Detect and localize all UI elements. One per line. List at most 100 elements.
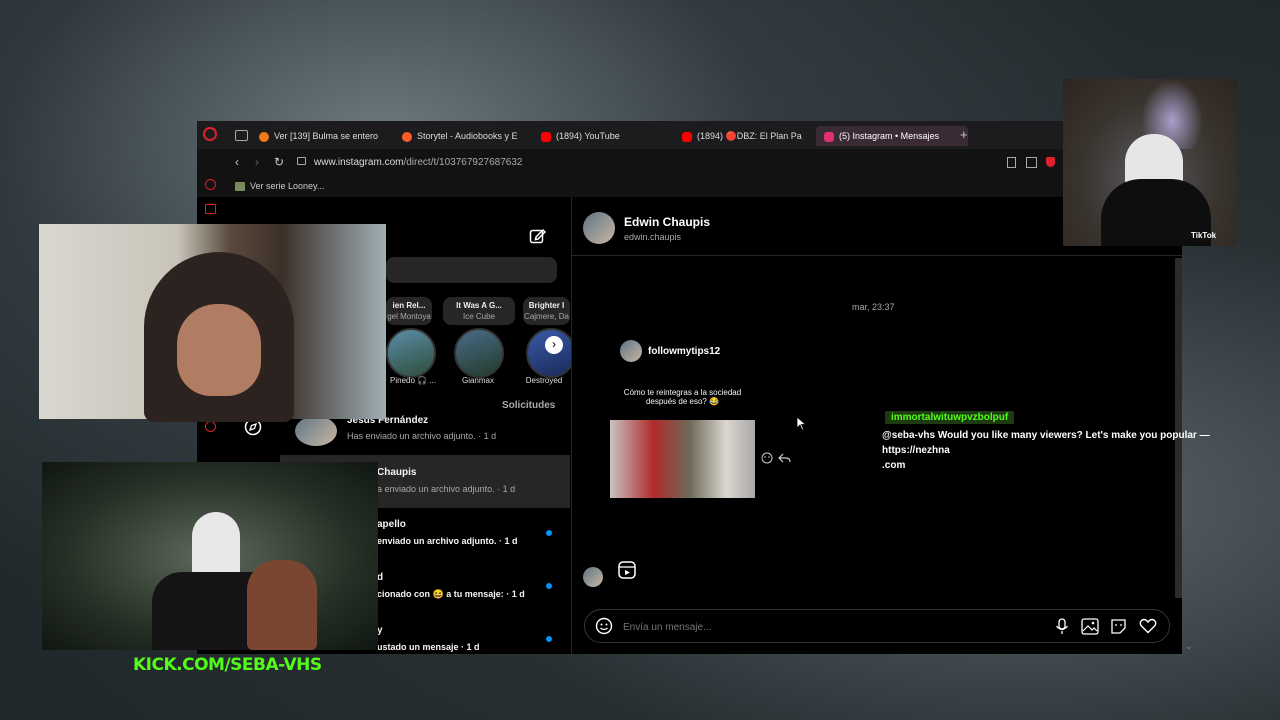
caption-line: después de eso? 😂 (645, 397, 720, 406)
bookmarks-bar: Ver serie Looney... (197, 177, 1064, 197)
image-upload-icon[interactable] (1081, 618, 1099, 635)
conversation-item[interactable]: y ustado un mensaje · 1 d (377, 625, 567, 654)
back-icon[interactable]: ‹ (235, 155, 239, 169)
story-note-chip[interactable]: It Was A G... Ice Cube (443, 297, 515, 325)
kick-channel-label: KICK.COM/SEBA-VHS (133, 655, 322, 675)
tab-switcher-icon[interactable] (235, 130, 248, 141)
forward-icon[interactable]: › (255, 155, 259, 169)
shared-post-thumbnail[interactable] (610, 420, 755, 498)
reply-icon[interactable] (778, 452, 791, 464)
bookmark-folder-icon (235, 182, 245, 191)
scroll-down-icon[interactable]: ⌄ (1185, 641, 1193, 652)
conversation-preview: a enviado un archivo adjunto. · 1 d (377, 484, 516, 494)
contact-avatar[interactable] (583, 212, 615, 244)
unread-dot (546, 530, 552, 536)
emoji-icon[interactable] (595, 617, 613, 635)
chat-line: .com (882, 460, 906, 471)
youtube-icon (541, 131, 551, 142)
tab-2[interactable]: Storytel - Audiobooks y E (402, 126, 526, 146)
tab-label: (1894) 🔴DBZ: El Plan Pa (697, 131, 802, 141)
conversation-preview: Has enviado un archivo adjunto. · 1 d (347, 431, 497, 441)
mouse-cursor-icon (796, 416, 806, 431)
reload-icon[interactable]: ↻ (274, 155, 284, 169)
shared-post-caption: Cómo te reintegras a la sociedad después… (610, 388, 755, 406)
contact-username: edwin.chaupis (624, 232, 682, 242)
chip-title: Brighter I (528, 301, 565, 310)
contact-avatar-small (583, 567, 603, 587)
bookmark-item[interactable]: Ver serie Looney... (250, 181, 324, 191)
search-box[interactable] (386, 257, 557, 283)
survivor-character (247, 560, 317, 650)
unread-dot (546, 583, 552, 589)
chat-line: @seba-vhs Would you like many viewers? L… (882, 430, 1210, 456)
shield-icon[interactable] (1046, 157, 1055, 167)
game-capture-feed (42, 462, 378, 650)
youtube-icon (682, 131, 692, 142)
story-name: Destroyed (525, 376, 563, 385)
conversation-preview: ustado un mensaje · 1 d (377, 642, 480, 652)
conversation-item[interactable]: d cionado con 😆 a tu mensaje: · 1 d (377, 572, 567, 608)
opera-logo-icon[interactable] (203, 127, 217, 141)
heart-icon[interactable] (1139, 618, 1157, 634)
unread-dot (546, 636, 552, 642)
tab-label: (1894) YouTube (556, 131, 620, 141)
caption-line: Cómo te reintegras a la sociedad (623, 388, 742, 397)
sidebar-settings-icon[interactable] (205, 421, 216, 432)
microphone-icon[interactable] (1055, 618, 1069, 636)
story-note-chip[interactable]: Brighter I Cajmere, Da (523, 297, 570, 325)
chip-title: It Was A G... (456, 301, 502, 310)
stream-chat-message: @seba-vhs Would you like many viewers? L… (882, 428, 1262, 473)
sticker-icon[interactable] (1110, 618, 1127, 635)
conversation-name: d (377, 572, 384, 583)
tab-4[interactable]: (1894) 🔴DBZ: El Plan Pa (682, 126, 807, 146)
face (177, 304, 261, 396)
sidebar-history-icon[interactable] (205, 179, 216, 190)
chip-subtitle: Ice Cube (462, 312, 496, 321)
story-avatar[interactable] (386, 328, 436, 378)
shared-post-avatar[interactable] (620, 340, 642, 362)
url-field[interactable]: www.instagram.com/direct/t/1037679276876… (314, 157, 522, 168)
url-path: /direct/t/103767927687632 (403, 157, 523, 168)
instagram-icon (824, 131, 834, 142)
new-message-icon[interactable] (529, 227, 546, 244)
conversation-item[interactable]: apello enviado un archivo adjunto. · 1 d (377, 519, 567, 555)
stories-next-icon[interactable]: › (545, 336, 563, 354)
conversation-name: apello (377, 519, 406, 530)
chip-subtitle: Cajmere, Da (524, 312, 569, 321)
story-name: Pinedo 🎧 ... (390, 376, 436, 385)
story-note-chip[interactable]: ien Rel... gel Montoya (386, 297, 432, 325)
conversation-name: y (377, 625, 383, 636)
react-emoji-icon[interactable] (761, 452, 773, 464)
tab-instagram[interactable]: (5) Instagram • Mensajes (816, 126, 968, 146)
url-host: www.instagram.com (314, 157, 404, 168)
thread-panel: Edwin Chaupis edwin.chaupis mar, 23:37 f… (571, 197, 1182, 654)
pin-icon[interactable] (1007, 157, 1016, 168)
tab-bar: Ver [139] Bulma se entero Storytel - Aud… (197, 121, 1064, 149)
message-input[interactable] (621, 617, 1045, 637)
conversation-preview: enviado un archivo adjunto. · 1 d (377, 536, 518, 546)
story-name: Gianmax (461, 376, 494, 385)
tab-label: Storytel - Audiobooks y E (417, 131, 518, 141)
conversation-name: Chaupis (377, 467, 417, 478)
chip-subtitle: gel Montoya (387, 312, 431, 321)
contact-name[interactable]: Edwin Chaupis (624, 215, 710, 229)
tab-3[interactable]: (1894) YouTube (541, 126, 661, 146)
address-bar: ‹ › ↻ www.instagram.com/direct/t/1037679… (197, 149, 1064, 177)
tab-label: (5) Instagram • Mensajes (839, 131, 940, 141)
reels-icon[interactable] (618, 561, 636, 579)
tab-favicon-icon (259, 131, 269, 142)
conversation-preview: cionado con 😆 a tu mensaje: · 1 d (377, 589, 525, 599)
tab-1[interactable]: Ver [139] Bulma se entero (259, 126, 387, 146)
chip-title: ien Rel... (392, 301, 426, 310)
requests-link[interactable]: Solicitudes (502, 400, 555, 411)
sidebar-bag-icon[interactable] (205, 204, 216, 214)
new-tab-button[interactable]: + (960, 127, 968, 142)
webcam-feed-streamer (39, 224, 386, 422)
story-avatar[interactable] (454, 328, 504, 378)
message-composer (584, 609, 1170, 643)
shared-post-username[interactable]: followmytips12 (648, 346, 720, 357)
tab-favicon-icon (402, 131, 412, 142)
message-timestamp: mar, 23:37 (852, 302, 895, 312)
avatar (295, 416, 337, 446)
snapshot-icon[interactable] (1026, 157, 1037, 168)
